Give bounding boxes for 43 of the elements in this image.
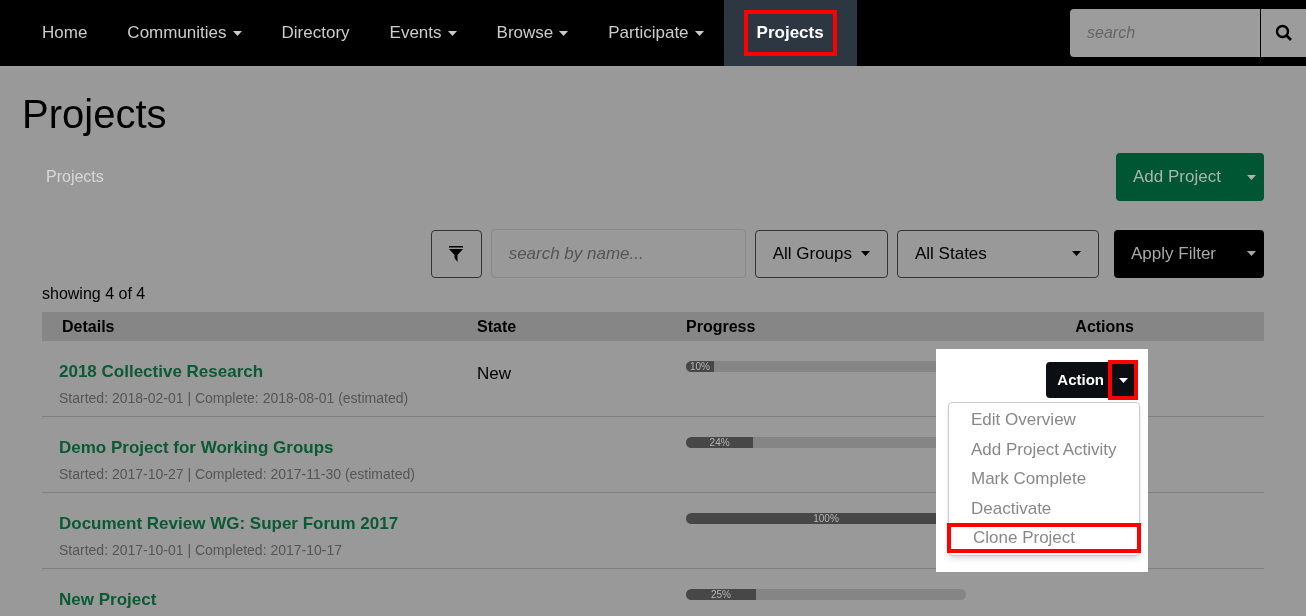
nav-link[interactable]: Participate: [588, 0, 724, 66]
page-title: Projects: [22, 94, 167, 134]
progress-label: 10%: [690, 361, 710, 372]
column-header: Actions: [1075, 316, 1134, 337]
state-label: New: [477, 364, 511, 383]
nav-link[interactable]: Communities: [107, 0, 262, 66]
menu-item[interactable]: Add Project Activity: [949, 434, 1139, 464]
action-caret-button[interactable]: [1108, 360, 1138, 400]
menu-item[interactable]: Edit Overview: [949, 405, 1139, 435]
caret-icon: [1072, 251, 1081, 256]
filter-button[interactable]: [430, 229, 482, 278]
progress-label: 24%: [709, 437, 730, 448]
nav-link[interactable]: Events: [369, 0, 477, 66]
breadcrumb: Projects: [46, 167, 104, 187]
add-project-button[interactable]: Add Project: [1116, 153, 1264, 201]
progress-label: 100%: [813, 513, 839, 524]
caret-icon: [861, 251, 870, 256]
caret-icon: [1247, 251, 1257, 256]
nav-link[interactable]: Home: [22, 0, 108, 66]
nav-link[interactable]: Directory: [261, 0, 370, 66]
result-count: showing 4 of 4: [42, 284, 146, 304]
column-header: State: [477, 317, 517, 335]
project-dates: Started: 2018-02-01 | Complete: 2018-08-01 (estimated): [59, 389, 409, 409]
groups-dropdown[interactable]: All Groups: [754, 229, 888, 278]
search-button[interactable]: [1260, 9, 1306, 57]
apply-filter-button[interactable]: Apply Filter: [1114, 229, 1264, 278]
menu-item[interactable]: Clone Project: [947, 523, 1141, 553]
menu-item[interactable]: Deactivate: [949, 493, 1139, 523]
project-dates: Started: 2017-10-01 | Completed: 2017-10-17: [59, 541, 343, 561]
filter-icon: [449, 245, 464, 262]
caret-icon: [1118, 377, 1128, 383]
action-button[interactable]: Action: [1046, 362, 1108, 398]
project-dates: Started: 2017-10-27 | Completed: 2017-11-30 (estimated): [59, 465, 415, 485]
name-search-field[interactable]: search by name...: [490, 229, 746, 278]
nav-link[interactable]: Browse: [476, 0, 589, 66]
caret-icon: [1246, 174, 1256, 180]
column-header: Details: [62, 317, 115, 335]
search-icon: [1274, 24, 1293, 42]
column-header: Progress: [686, 317, 756, 335]
nav-link[interactable]: Projects: [723, 0, 857, 66]
progress-label: 25%: [711, 589, 731, 600]
menu-item[interactable]: Mark Complete: [949, 464, 1139, 494]
states-dropdown[interactable]: All States: [897, 229, 1099, 278]
